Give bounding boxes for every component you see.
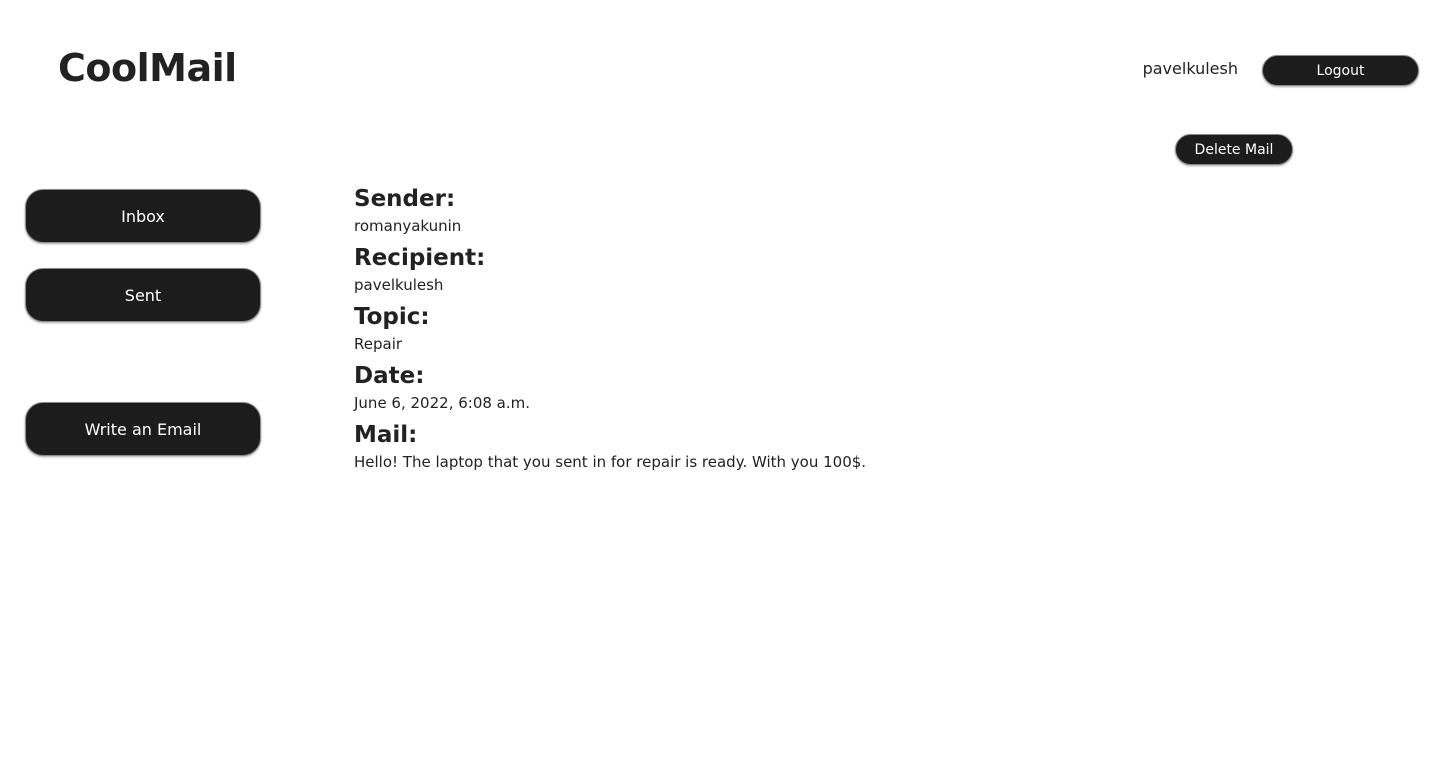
app-logo[interactable]: CoolMail bbox=[58, 44, 237, 92]
date-value: June 6, 2022, 6:08 a.m. bbox=[354, 394, 531, 412]
sender-label: Sender: bbox=[354, 186, 456, 212]
delete-mail-button[interactable]: Delete Mail bbox=[1175, 134, 1293, 165]
logout-button[interactable]: Logout bbox=[1262, 55, 1419, 86]
sidebar-item-label: Write an Email bbox=[84, 419, 202, 439]
page: CoolMail pavelkulesh Logout Delete Mail … bbox=[0, 0, 1449, 761]
sidebar-item-label: Sent bbox=[124, 285, 162, 305]
recipient-label: Recipient: bbox=[354, 245, 486, 271]
logout-button-label: Logout bbox=[1316, 62, 1365, 79]
sender-value: romanyakunin bbox=[354, 217, 462, 235]
date-label: Date: bbox=[354, 363, 425, 389]
topic-label: Topic: bbox=[354, 304, 430, 330]
sidebar-item-inbox[interactable]: Inbox bbox=[25, 189, 261, 243]
topic-value: Repair bbox=[354, 335, 403, 353]
mail-detail: Sender: romanyakunin Recipient: pavelkul… bbox=[354, 183, 866, 478]
mail-body-text: Hello! The laptop that you sent in for r… bbox=[354, 453, 867, 471]
delete-mail-button-label: Delete Mail bbox=[1194, 141, 1274, 158]
sidebar-item-write-email[interactable]: Write an Email bbox=[25, 402, 261, 456]
current-username: pavelkulesh bbox=[1142, 59, 1238, 78]
recipient-value: pavelkulesh bbox=[354, 276, 444, 294]
mail-body-label: Mail: bbox=[354, 422, 418, 448]
sidebar-item-sent[interactable]: Sent bbox=[25, 268, 261, 322]
sidebar-item-label: Inbox bbox=[121, 206, 165, 226]
